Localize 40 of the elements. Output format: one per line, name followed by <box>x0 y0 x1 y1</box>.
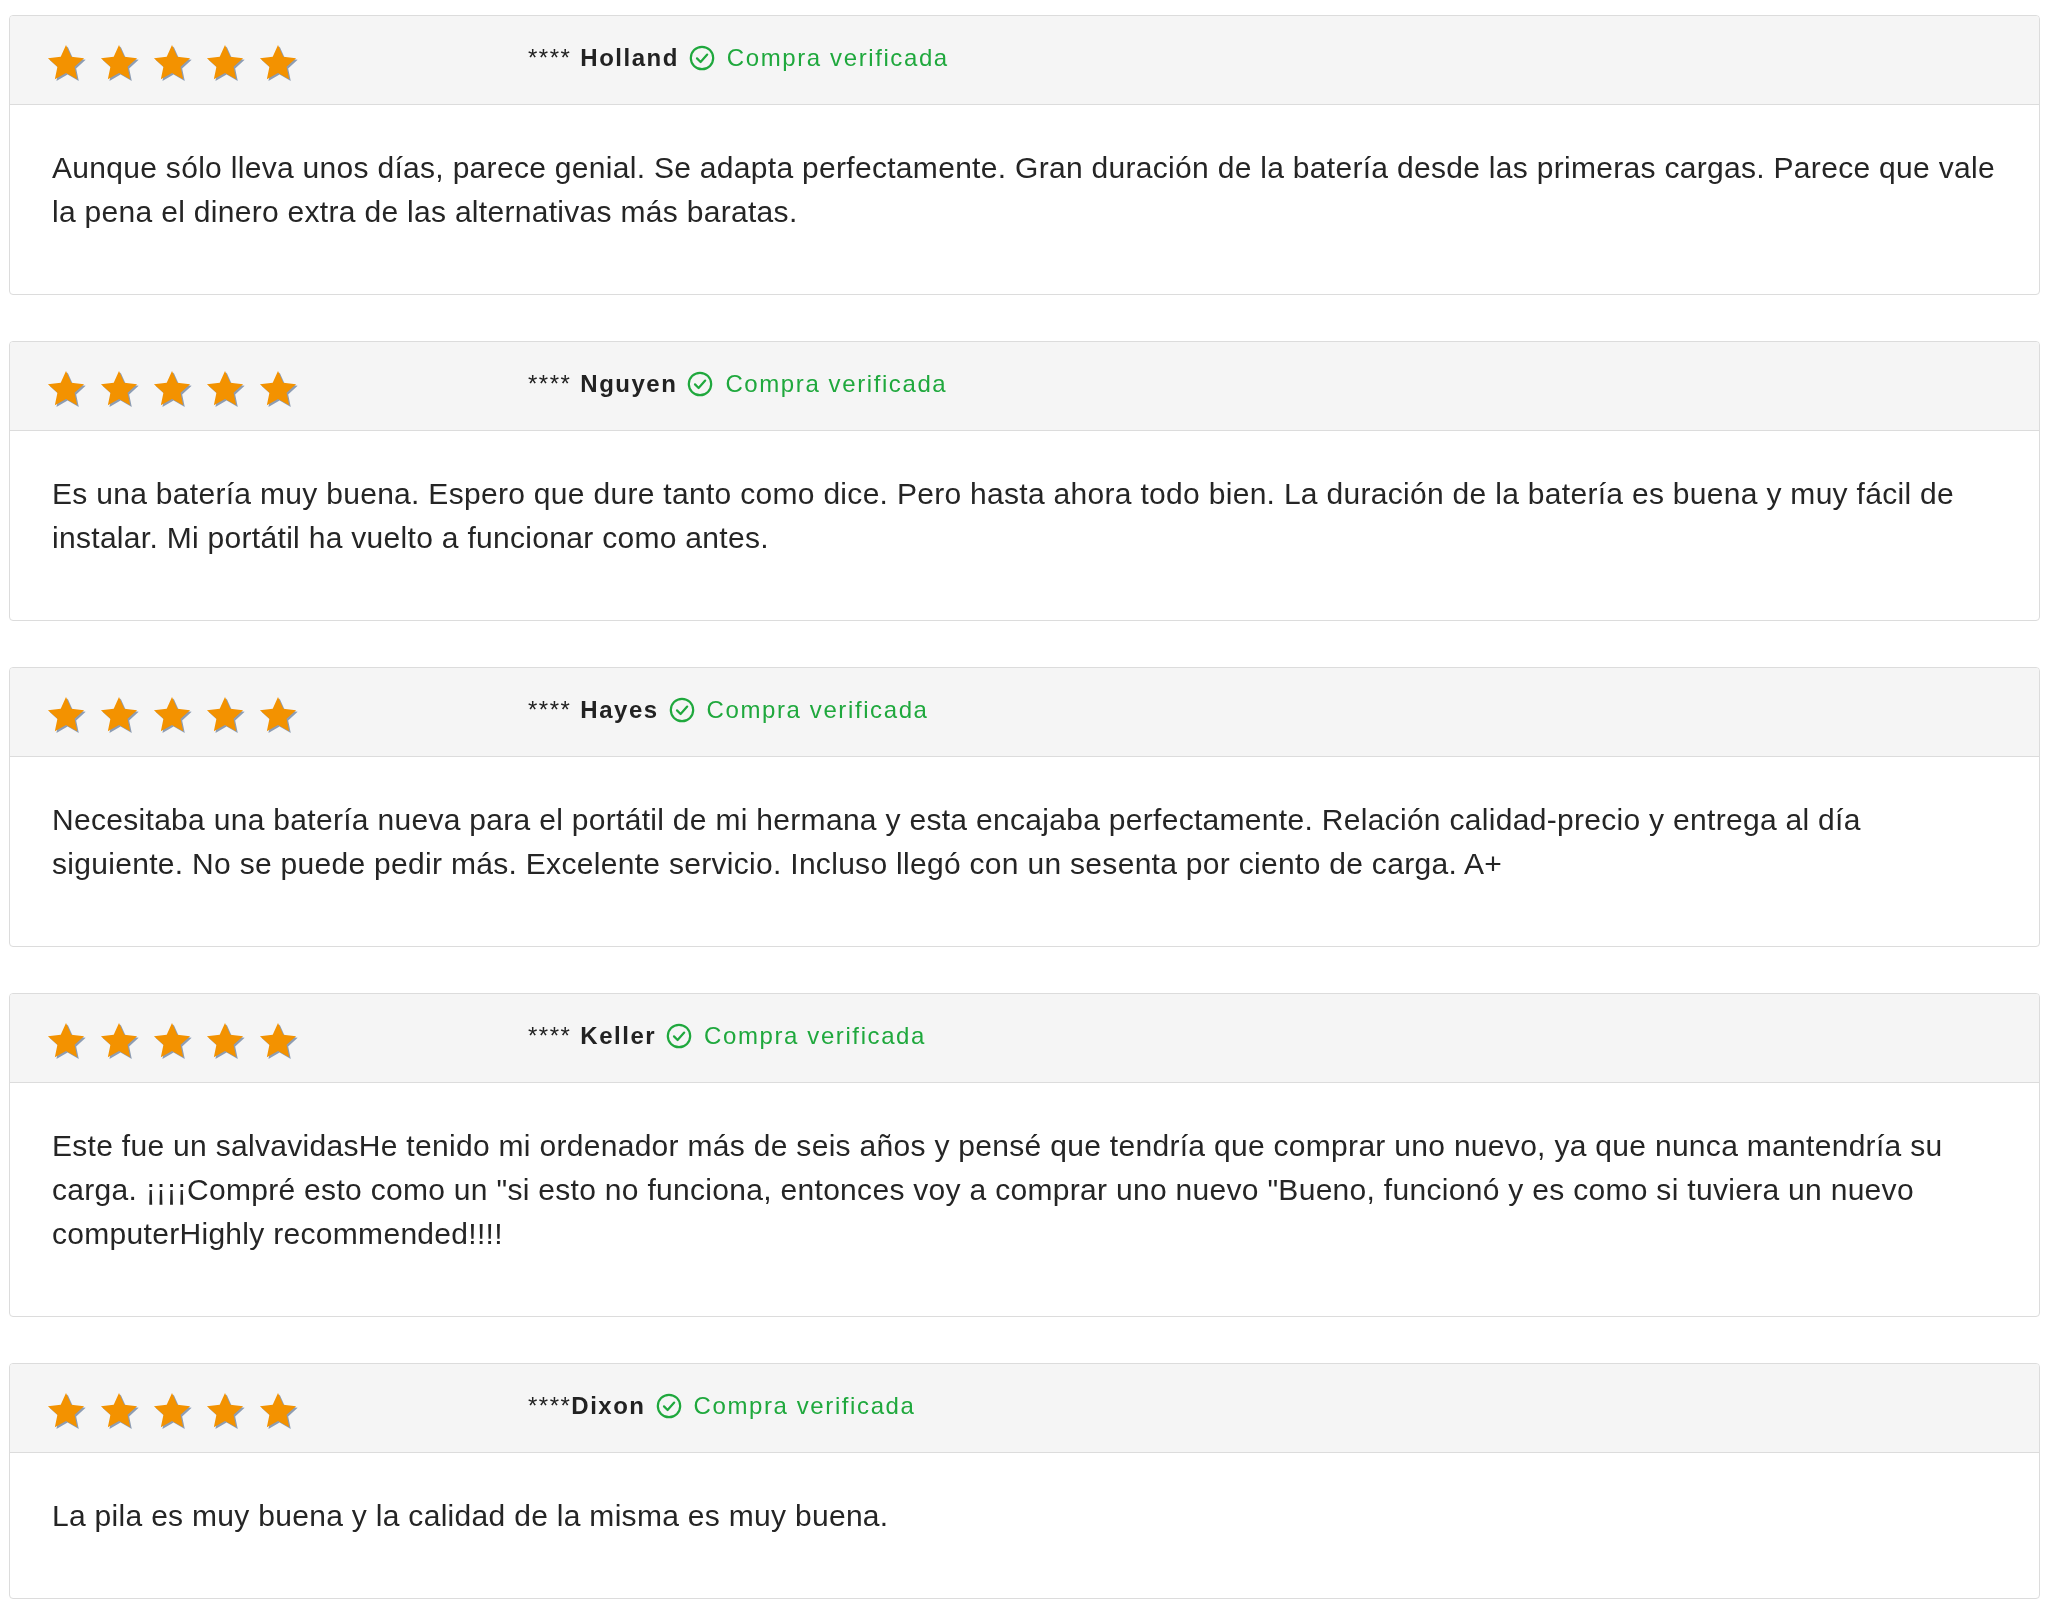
star-icon <box>152 696 193 734</box>
reviewer-name: **** Holland <box>528 44 679 72</box>
verified-purchase-label: Compra verificada <box>726 44 949 72</box>
star-icon <box>152 44 193 82</box>
star-icon <box>99 44 140 82</box>
review-text: Es una batería muy buena. Espero que dure tanto como dice. Pero hasta ahora todo bien. La duración de la batería es buena y muy fácil de instalar. Mi portátil ha vuelto a funcionar como antes. <box>51 476 1955 556</box>
star-icon <box>99 1392 140 1430</box>
star-icon <box>152 370 193 408</box>
star-icon <box>46 370 87 408</box>
star-icon <box>46 696 87 734</box>
review-text: Aunque sólo lleva unos días, parece genial. Se adapta perfectamente. Gran duración de la batería desde las primeras cargas. Parece que vale la pena el dinero extra de las alternativas más baratas. <box>51 150 1996 230</box>
star-icon <box>258 696 299 734</box>
star-icon <box>258 370 299 408</box>
review-text: Este fue un salvavidasHe tenido mi ordenador más de seis años y pensé que tendría que comprar uno nuevo, ya que nunca mantendría su carga. ¡¡¡¡Compré esto como un "si esto no funciona, entonces voy a comprar uno nuevo "Bueno, funcionó y es como si tuviera un nuevo computerHighly recommended!!!! <box>51 1128 1944 1252</box>
verified-purchase-label: Compra verificada <box>725 370 948 398</box>
verified-purchase-label: Compra verificada <box>693 1392 916 1420</box>
reviewer-name: **** Nguyen <box>528 370 678 398</box>
star-icon <box>99 370 140 408</box>
star-icon <box>205 44 246 82</box>
star-icon <box>99 696 140 734</box>
reviewer-name: **** Hayes <box>528 696 659 724</box>
star-icon <box>152 1392 193 1430</box>
reviewer-name: **** Keller <box>528 1022 657 1050</box>
verified-purchase-label: Compra verificada <box>706 696 929 724</box>
star-icon <box>205 370 246 408</box>
star-icon <box>258 1022 299 1060</box>
star-icon <box>46 44 87 82</box>
star-icon <box>152 1022 193 1060</box>
star-icon <box>205 1392 246 1430</box>
reviewer-name: ****Dixon <box>528 1392 646 1420</box>
star-icon <box>46 1022 87 1060</box>
star-icon <box>205 696 246 734</box>
star-icon <box>99 1022 140 1060</box>
star-icon <box>46 1392 87 1430</box>
star-icon <box>205 1022 246 1060</box>
review-text: Necesitaba una batería nueva para el portátil de mi hermana y esta encajaba perfectamente. Relación calidad-precio y entrega al día siguiente. No se puede pedir más. Excelente servicio. Incluso llegó con un sesenta por ciento de carga. A+ <box>51 802 1862 882</box>
star-icon <box>258 1392 299 1430</box>
verified-purchase-label: Compra verificada <box>704 1022 926 1050</box>
star-icon <box>258 44 299 82</box>
review-text: La pila es muy buena y la calidad de la misma es muy buena. <box>51 1498 890 1534</box>
